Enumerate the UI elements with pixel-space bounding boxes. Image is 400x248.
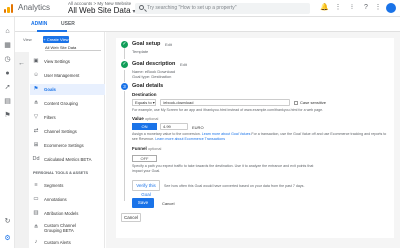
sidebar-item-segments[interactable]: Segments <box>44 183 104 188</box>
avatar[interactable] <box>386 3 396 13</box>
match-type-value: Equals to <box>135 100 152 105</box>
grouping-icon: ⋔ <box>33 100 39 106</box>
sidebar-item-attribution-models[interactable]: Attribution Models <box>44 211 104 216</box>
value-label: Value optional <box>132 116 158 121</box>
home-icon[interactable]: ⌂ <box>3 27 12 36</box>
apps-grid-icon[interactable]: ⋮ <box>334 4 342 12</box>
goal-values-link[interactable]: Learn more about Goal Values <box>202 132 251 136</box>
destination-help-text: For example, use My Screen for an app an… <box>132 108 324 112</box>
cancel-button[interactable]: Cancel <box>121 213 141 222</box>
sidebar-item-custom-alerts[interactable]: Custom Alerts <box>44 240 104 245</box>
destination-input[interactable]: /ebook-download <box>160 99 290 106</box>
sidebar-item-view-settings[interactable]: View Settings <box>44 59 104 64</box>
step-connector <box>124 91 125 201</box>
more-vert-icon[interactable]: ⁝ <box>348 4 356 12</box>
create-view-button[interactable]: + Create View <box>43 36 69 43</box>
match-type-select[interactable]: Equals to ▾ <box>132 99 156 106</box>
flag-icon[interactable]: ⚑ <box>3 111 12 120</box>
search-icon <box>139 5 144 10</box>
case-sensitive-label: Case sensitive <box>300 100 327 105</box>
users-icon: ☺ <box>33 72 39 78</box>
annotation-icon: ▭ <box>33 196 39 202</box>
top-header: Analytics All accounts > My New Website … <box>0 0 400 17</box>
sidebar-item-goals[interactable]: Goals <box>44 87 104 92</box>
app-title: Analytics <box>18 3 51 12</box>
personal-tools-heading: PERSONAL TOOLS & ASSETS <box>33 171 88 175</box>
sidebar-item-channel-settings[interactable]: Channel Settings <box>44 129 104 134</box>
cart-icon: ⊞ <box>33 142 39 148</box>
save-button[interactable]: Save <box>132 198 154 208</box>
goal-setup-summary: Template <box>132 49 149 54</box>
verify-goal-button[interactable]: Verify this Goal <box>132 180 160 197</box>
sidebar-item-user-management[interactable]: User Management <box>44 73 104 78</box>
flag-icon: ⚑ <box>33 86 39 92</box>
destination-label: Destination <box>132 92 157 97</box>
filter-icon: ▽ <box>33 114 39 120</box>
goal-description-title: Goal description <box>132 61 176 67</box>
step-connector <box>124 47 125 59</box>
cancel-goal-details-link[interactable]: Cancel <box>162 201 174 206</box>
value-help-prefix: Assign a monetary value to the conversio… <box>132 132 201 136</box>
bell-icon: ♪ <box>34 239 38 245</box>
goal-type-summary: Goal type: Destination <box>132 74 172 79</box>
currency-label: EURO <box>192 124 204 130</box>
search-input[interactable]: Try searching "How to set up a property" <box>135 3 310 14</box>
tab-user[interactable]: USER <box>61 21 75 27</box>
property-selector[interactable]: All Web Site Data▾ <box>68 6 136 15</box>
check-icon: ✓ <box>121 41 128 48</box>
sidebar-item-ecommerce-settings[interactable]: Ecommerce Settings <box>44 143 104 148</box>
goal-setup-edit-link[interactable]: Edit <box>165 42 172 47</box>
case-sensitive-checkbox[interactable] <box>294 100 298 105</box>
value-optional: optional <box>145 117 159 121</box>
notifications-icon[interactable]: 🔔 <box>320 4 329 12</box>
value-label-text: Value <box>132 116 144 121</box>
step-number-badge: 3 <box>121 83 128 90</box>
more-options-icon[interactable]: ⋮ <box>374 4 382 12</box>
back-column: ← <box>15 52 29 248</box>
view-selector[interactable]: All Web Site Data <box>45 45 101 51</box>
back-arrow-icon[interactable]: ← <box>18 60 25 67</box>
value-toggle[interactable]: ON <box>132 123 157 130</box>
search-placeholder: Try searching "How to set up a property" <box>147 5 237 11</box>
clock-icon[interactable]: ◷ <box>3 55 12 64</box>
channel-icon: ⇄ <box>33 128 39 134</box>
sidebar-item-filters[interactable]: Filters <box>44 115 104 120</box>
person-icon[interactable]: ● <box>3 69 12 78</box>
segments-icon: ≡ <box>34 182 38 188</box>
property-selector-label: All Web Site Data <box>68 6 131 15</box>
admin-tabs: ADMIN USER <box>15 17 400 32</box>
value-amount-input[interactable]: 4.99 <box>160 123 188 130</box>
grouping-icon: ⋔ <box>33 224 39 230</box>
left-nav-rail: ⌂ ▦ ◷ ● ➚ ▤ ⚑ ↻ ⚙ <box>0 17 15 248</box>
funnel-help-text: Specify a path you expect traffic to tak… <box>132 164 314 173</box>
funnel-label: Funnel optional <box>132 146 161 151</box>
sidebar-item-custom-channel-grouping[interactable]: Custom Channel Grouping BETA <box>44 223 94 233</box>
step-connector <box>124 70 125 82</box>
settings-icon: ▣ <box>33 58 39 64</box>
goal-description-edit-link[interactable]: Edit <box>180 62 187 67</box>
customization-icon[interactable]: ▦ <box>3 41 12 50</box>
view-column-label: View <box>23 37 32 42</box>
funnel-label-text: Funnel <box>132 146 147 151</box>
goal-details-title: Goal details <box>132 83 164 89</box>
tab-admin[interactable]: ADMIN <box>31 21 47 27</box>
funnel-toggle[interactable]: OFF <box>132 155 157 162</box>
value-help-text: Assign a monetary value to the conversio… <box>132 132 387 141</box>
goal-setup-title: Goal setup <box>132 41 161 47</box>
help-icon[interactable]: ? <box>362 4 370 12</box>
verify-goal-help-text: See how often this Goal would have conve… <box>164 183 305 188</box>
funnel-optional: optional <box>148 147 162 151</box>
sidebar-item-annotations[interactable]: Annotations <box>44 197 104 202</box>
check-icon: ✓ <box>121 61 128 68</box>
behavior-icon[interactable]: ▤ <box>3 97 12 106</box>
sidebar-item-content-grouping[interactable]: Content Grouping <box>44 101 104 106</box>
discover-icon[interactable]: ↻ <box>3 217 12 226</box>
sidebar-item-calculated-metrics[interactable]: Calculated Metrics BETA <box>44 157 104 162</box>
ecommerce-transactions-link[interactable]: Learn more about Ecommerce Transactions <box>155 137 225 141</box>
analytics-logo-icon[interactable] <box>4 4 13 13</box>
calc-icon: Dd <box>32 156 40 162</box>
acquisition-icon[interactable]: ➚ <box>3 83 12 92</box>
gear-icon[interactable]: ⚙ <box>3 234 12 243</box>
attribution-icon: ▥ <box>33 210 39 216</box>
